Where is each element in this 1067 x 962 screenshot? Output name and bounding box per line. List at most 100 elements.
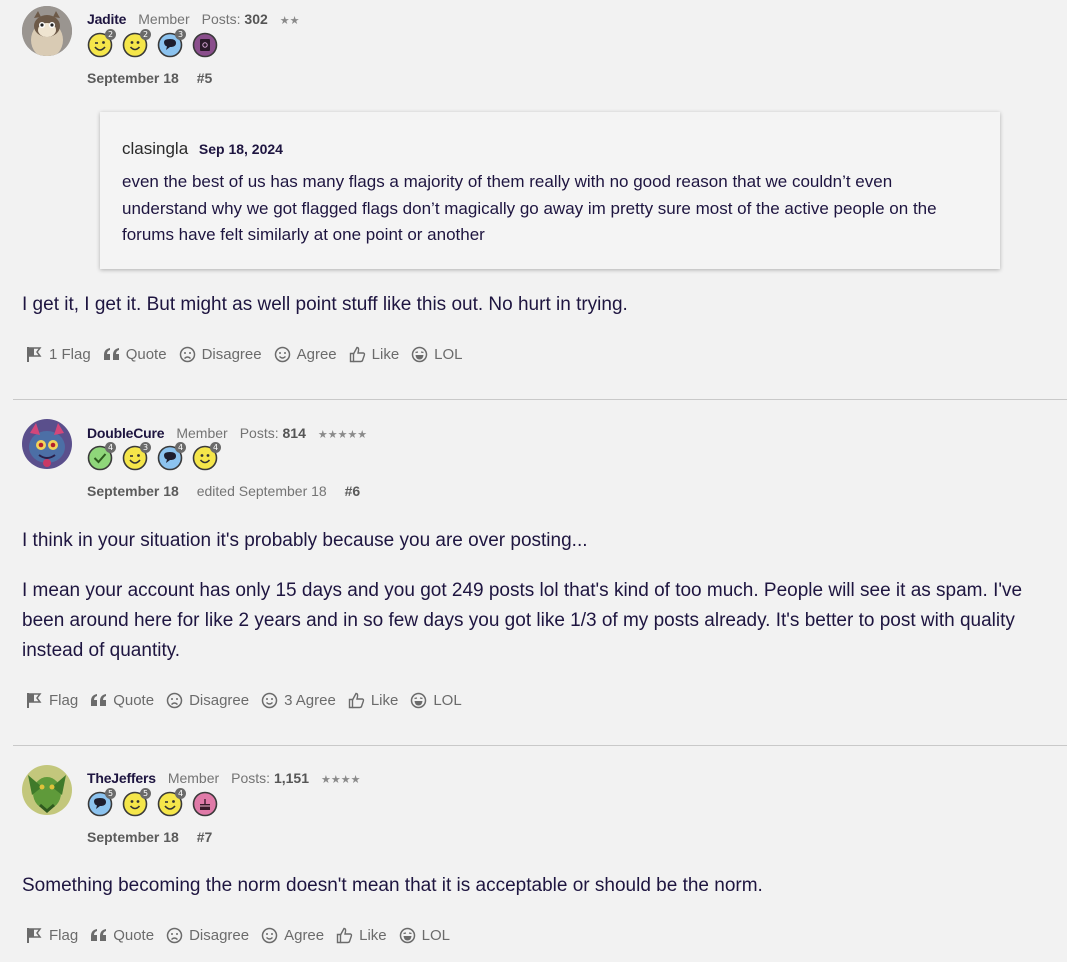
quote-text: even the best of us has many flags a maj… xyxy=(122,172,937,244)
rank-stars: ★★ xyxy=(279,15,300,27)
role: Member xyxy=(138,11,190,27)
reaction-bar: Flag Quote Disagree 3 Agree Like LOL xyxy=(26,692,474,709)
flag-button[interactable]: Flag xyxy=(26,692,78,709)
post-count: Posts: 302 xyxy=(201,11,268,27)
badge-count: 2 xyxy=(140,29,151,40)
action-label: Quote xyxy=(125,346,167,363)
disagree-button[interactable]: Disagree xyxy=(179,346,262,363)
lol-button[interactable]: LOL xyxy=(410,692,462,709)
comment-badge-icon[interactable]: 4 xyxy=(157,442,186,471)
post-date-row: September 18 #5 xyxy=(87,70,212,86)
like-icon xyxy=(349,346,372,363)
quote-author-line: clasingla Sep 18, 2024 xyxy=(122,139,283,159)
post-count: Posts: 1,151 xyxy=(231,770,310,786)
post-number[interactable]: #5 xyxy=(197,70,213,86)
agree-icon xyxy=(261,927,284,944)
username[interactable]: DoubleCure xyxy=(87,425,165,441)
rank-stars: ★★★★ xyxy=(321,774,361,786)
comment-badge-icon[interactable]: 3 xyxy=(157,29,186,58)
like-button[interactable]: Like xyxy=(349,346,400,363)
quote-icon xyxy=(103,346,126,363)
wink-badge-icon[interactable]: 2 xyxy=(87,29,116,58)
action-label: Flag xyxy=(49,927,79,944)
agree-button[interactable]: Agree xyxy=(261,927,324,944)
reaction-bar: 1 Flag Quote Disagree Agree Like LOL xyxy=(26,346,475,363)
action-label: Like xyxy=(371,346,400,363)
like-button[interactable]: Like xyxy=(348,692,398,709)
badges: 5 5 4 xyxy=(87,788,218,817)
smile-badge-icon[interactable]: 5 xyxy=(122,788,151,817)
flag-icon xyxy=(26,927,49,944)
username[interactable]: Jadite xyxy=(87,11,126,27)
post-date[interactable]: September 18 xyxy=(87,70,179,86)
post-divider xyxy=(13,745,1067,746)
cake-badge-icon[interactable] xyxy=(192,791,218,817)
lol-button[interactable]: LOL xyxy=(399,927,450,944)
disagree-button[interactable]: Disagree xyxy=(166,927,249,944)
avatar[interactable] xyxy=(22,765,72,815)
post-date[interactable]: September 18 xyxy=(87,829,179,845)
quote-icon xyxy=(90,692,113,709)
disagree-icon xyxy=(166,927,189,944)
post-date[interactable]: September 18 xyxy=(87,483,179,499)
role: Member xyxy=(167,770,220,786)
like-button[interactable]: Like xyxy=(336,927,387,944)
post-divider xyxy=(13,399,1067,400)
quote-block: clasingla Sep 18, 2024 even the best of … xyxy=(100,112,1000,269)
username[interactable]: TheJeffers xyxy=(87,770,156,786)
post-number[interactable]: #7 xyxy=(197,829,213,845)
smile-badge-icon[interactable]: 4 xyxy=(192,442,221,471)
badge-count: 5 xyxy=(140,788,151,799)
avatar[interactable] xyxy=(22,419,72,469)
action-label: Disagree xyxy=(201,346,262,363)
notebook-badge-icon[interactable] xyxy=(192,32,218,58)
action-label: Quote xyxy=(113,692,155,709)
quote-icon xyxy=(90,927,113,944)
badges: 2 2 3 xyxy=(87,29,218,58)
action-label: Like xyxy=(359,927,387,944)
lol-icon xyxy=(410,692,433,709)
smile-badge-icon[interactable]: 2 xyxy=(122,29,151,58)
agree-button[interactable]: Agree xyxy=(274,346,337,363)
badges: 4 3 4 4 xyxy=(87,442,221,471)
lol-button[interactable]: LOL xyxy=(411,346,463,363)
post-number[interactable]: #6 xyxy=(345,483,361,499)
post-body: I think in your situation it's probably … xyxy=(22,526,1052,686)
action-label: 3 Agree xyxy=(284,692,336,709)
author-meta: DoubleCure Member Posts: 814 ★★★★★ xyxy=(87,425,367,441)
quote-button[interactable]: Quote xyxy=(103,346,167,363)
badge-count: 3 xyxy=(175,29,186,40)
action-label: Quote xyxy=(113,927,155,944)
quote-button[interactable]: Quote xyxy=(90,927,154,944)
like-icon xyxy=(336,927,359,944)
disagree-icon xyxy=(179,346,202,363)
wink-badge-icon[interactable]: 4 xyxy=(157,788,186,817)
avatar[interactable] xyxy=(22,6,72,56)
flag-button[interactable]: 1 Flag xyxy=(26,346,91,363)
flag-button[interactable]: Flag xyxy=(26,927,78,944)
action-label: Disagree xyxy=(189,927,250,944)
post-count: Posts: 814 xyxy=(239,425,306,441)
agree-icon xyxy=(261,692,284,709)
action-label: 1 Flag xyxy=(49,346,91,363)
badge-count: 2 xyxy=(105,29,116,40)
comment-badge-icon[interactable]: 5 xyxy=(87,788,116,817)
rank-stars: ★★★★★ xyxy=(317,429,368,441)
action-label: LOL xyxy=(433,692,462,709)
role: Member xyxy=(176,425,228,441)
post-paragraph: I get it, I get it. But might as well po… xyxy=(22,294,628,315)
agree-button[interactable]: 3 Agree xyxy=(261,692,336,709)
disagree-button[interactable]: Disagree xyxy=(166,692,249,709)
disagree-icon xyxy=(166,692,189,709)
quote-author[interactable]: clasingla xyxy=(122,139,188,158)
action-label: Disagree xyxy=(189,692,250,709)
action-label: Agree xyxy=(284,927,325,944)
badge-count: 3 xyxy=(140,442,151,453)
quote-date[interactable]: Sep 18, 2024 xyxy=(199,141,283,157)
wink-badge-icon[interactable]: 3 xyxy=(122,442,151,471)
quote-button[interactable]: Quote xyxy=(90,692,154,709)
badge-count: 4 xyxy=(210,442,221,453)
badge-count: 4 xyxy=(175,788,186,799)
check-badge-icon[interactable]: 4 xyxy=(87,442,116,471)
post-body: I get it, I get it. But might as well po… xyxy=(22,290,1052,340)
